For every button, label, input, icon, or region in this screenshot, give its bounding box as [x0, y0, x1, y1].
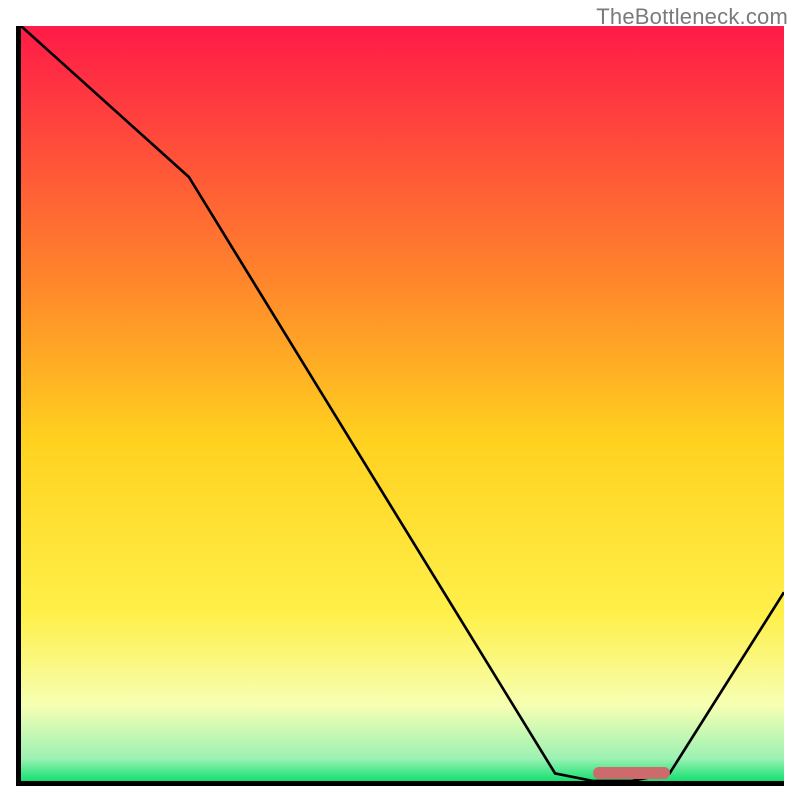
plot-area	[16, 26, 784, 786]
bottleneck-curve-path	[21, 26, 784, 781]
chart-line-layer	[21, 26, 784, 781]
optimal-range-marker	[593, 767, 669, 779]
chart-container	[16, 26, 784, 786]
